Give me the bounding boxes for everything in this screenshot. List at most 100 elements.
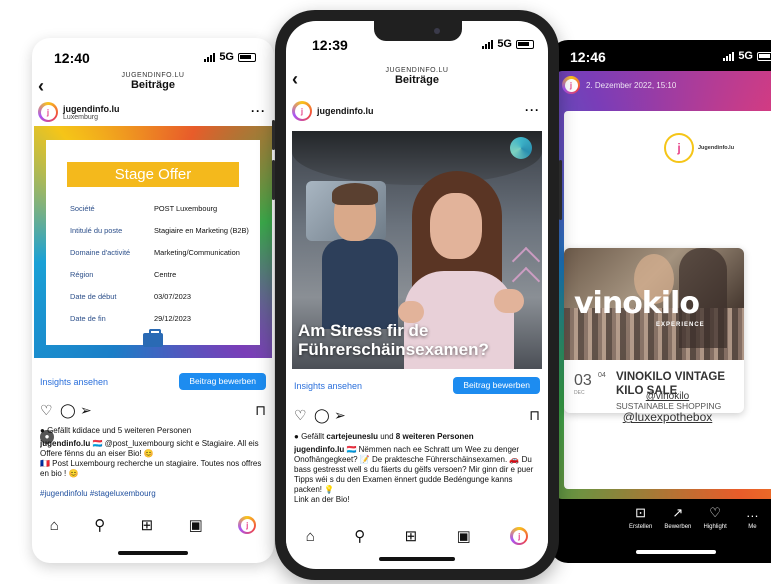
boost-post-button[interactable]: Beitrag bewerben: [179, 373, 266, 390]
home-icon[interactable]: ⌂: [306, 528, 315, 545]
bookmark-icon[interactable]: ⊓: [255, 402, 266, 419]
offer-value: 29/12/2023: [154, 314, 191, 323]
brand-logo-icon: [510, 137, 532, 159]
hashtags[interactable]: #jugendinfolu #stageluxembourg: [40, 489, 156, 498]
likes-prefix: Gefällt: [301, 432, 325, 441]
logo-text: Jugendinfo.lu: [698, 145, 735, 151]
home-indicator: [118, 551, 188, 555]
highlight-button[interactable]: ♡ Highlight: [697, 505, 734, 545]
story-action-bar: ⊡ Erstellen ↗ Bewerben ♡ Highlight … Me: [550, 505, 771, 545]
create-button[interactable]: ⊡ Erstellen: [622, 505, 659, 545]
trend-icon: ↗: [672, 505, 684, 520]
logo-icon: j: [240, 518, 254, 532]
comment-icon[interactable]: ◯: [314, 407, 330, 424]
vinokilo-wordmark: vinokilo: [574, 286, 700, 321]
home-indicator: [636, 550, 716, 554]
highlight-label: Highlight: [703, 524, 727, 530]
network-label: 5G: [738, 50, 753, 62]
boost-post-button[interactable]: Beitrag bewerben: [453, 377, 540, 394]
send-icon[interactable]: ➢: [334, 407, 346, 424]
home-icon[interactable]: ⌂: [50, 517, 59, 534]
caption-user[interactable]: jugendinfo.lu: [294, 445, 344, 454]
offer-key: Domaine d'activité: [70, 248, 131, 257]
caption-user[interactable]: jugendinfo.lu: [40, 439, 90, 448]
mention-luxexpo[interactable]: @luxexpothebox: [564, 410, 771, 424]
comment-icon[interactable]: ◯: [60, 402, 76, 419]
send-icon[interactable]: ➢: [80, 402, 92, 419]
more-icon[interactable]: ···: [525, 103, 540, 117]
story-date: 2. Dezember 2022, 15:10: [586, 81, 677, 90]
more-button[interactable]: … Me: [734, 505, 771, 545]
post-caption: jugendinfo.lu 🇱🇺 Nëmmen nach ee Schratt …: [294, 445, 542, 521]
add-post-icon[interactable]: ⊞: [405, 527, 418, 545]
network-label: 5G: [497, 38, 512, 50]
add-post-icon[interactable]: ⊞: [141, 516, 154, 534]
date-day: 03: [574, 372, 592, 389]
screen: 12:39 5G ‹ JUGENDINFO.LU Beiträge j juge…: [286, 21, 548, 569]
profile-tab-avatar[interactable]: j: [238, 516, 257, 534]
clock: 12:39: [312, 37, 348, 53]
account-location[interactable]: Luxemburg: [63, 114, 120, 121]
stage: 12:40 5G ‹ JUGENDINFO.LU Beiträge j juge…: [0, 0, 771, 584]
promote-label: Bewerben: [664, 524, 692, 530]
clock: 12:40: [54, 50, 90, 66]
account-name[interactable]: jugendinfo.lu: [317, 106, 374, 116]
more-icon: …: [745, 505, 759, 520]
avatar[interactable]: j: [292, 101, 312, 121]
battery-icon: [757, 51, 771, 61]
bookmark-icon[interactable]: ⊓: [529, 407, 540, 424]
signal-icon: [204, 52, 216, 62]
event-card[interactable]: vinokilo EXPERIENCE 03 04 DEC VINOKILO V…: [564, 248, 744, 413]
search-icon[interactable]: ⚲: [354, 527, 365, 545]
tab-bar: ⌂ ⚲ ⊞ ▣ j: [32, 510, 274, 540]
logo-icon: j: [564, 78, 578, 92]
more-icon[interactable]: ···: [251, 104, 266, 118]
stage-offer-banner: Stage Offer: [67, 162, 239, 187]
highlight-icon: ♡: [709, 505, 721, 520]
promote-button[interactable]: ↗ Bewerben: [659, 505, 696, 545]
likes-text[interactable]: Gefällt kdidace und 5 weiteren Personen: [47, 426, 191, 435]
avatar[interactable]: j: [562, 76, 580, 94]
likes-row: ● Gefällt cartejeuneslu und 8 weiteren P…: [294, 432, 474, 441]
tab-bar: ⌂ ⚲ ⊞ ▣ j: [286, 521, 548, 551]
jugendinfo-logo: j Jugendinfo.lu: [664, 133, 734, 163]
post-image[interactable]: Am Stress fir de Führerschäinsexamen?: [292, 131, 542, 369]
post-image-title: Am Stress fir de Führerschäinsexamen?: [298, 321, 489, 359]
signal-icon: [723, 51, 735, 61]
battery-icon: [516, 39, 534, 49]
avatar[interactable]: j: [38, 102, 58, 122]
status-bar: 12:39 5G: [286, 21, 548, 53]
search-icon[interactable]: ⚲: [94, 516, 105, 534]
heart-icon[interactable]: ♡: [40, 402, 53, 419]
phone-middle: 12:39 5G ‹ JUGENDINFO.LU Beiträge j juge…: [272, 10, 562, 580]
more-label: Me: [748, 524, 757, 530]
post-account-row[interactable]: j jugendinfo.lu ···: [286, 101, 548, 121]
briefcase-icon: [143, 329, 163, 347]
create-icon: ⊡: [635, 505, 647, 520]
stage-offer-post[interactable]: Stage Offer Société POST Luxembourg Intit…: [34, 126, 272, 444]
offer-key: Date de fin: [70, 314, 106, 323]
page-title: Beiträge: [394, 74, 440, 86]
home-indicator: [379, 557, 455, 561]
account-name[interactable]: jugendinfo.lu: [63, 104, 120, 114]
reels-icon[interactable]: ▣: [457, 527, 471, 545]
likes-others[interactable]: 8 weiteren Personen: [396, 432, 474, 441]
stage-offer-card: Stage Offer Société POST Luxembourg Intit…: [46, 140, 260, 347]
nav-subtitle: JUGENDINFO.LU: [385, 67, 449, 74]
phone-left: 12:40 5G ‹ JUGENDINFO.LU Beiträge j juge…: [32, 38, 274, 563]
status-bar: 12:46 5G: [550, 40, 771, 68]
reels-icon[interactable]: ▣: [189, 516, 203, 534]
profile-tab-avatar[interactable]: j: [510, 527, 529, 545]
status-bar: 12:40 5G: [32, 38, 274, 66]
story-frame[interactable]: j 2. Dezember 2022, 15:10 j Jugendinfo.l…: [556, 71, 771, 499]
offer-value: POST Luxembourg: [154, 204, 218, 213]
insights-link[interactable]: Insights ansehen: [294, 381, 362, 391]
mention-vinokilo[interactable]: @vinokilo: [564, 391, 771, 402]
post-account-row[interactable]: j jugendinfo.lu Luxemburg ···: [32, 102, 274, 122]
insights-link[interactable]: Insights ansehen: [40, 377, 108, 387]
likes-user[interactable]: cartejeuneslu: [326, 432, 378, 441]
heart-icon[interactable]: ♡: [294, 407, 307, 424]
date-day-end: 04: [598, 372, 606, 379]
logo-icon: j: [664, 133, 694, 163]
network-label: 5G: [219, 51, 234, 63]
